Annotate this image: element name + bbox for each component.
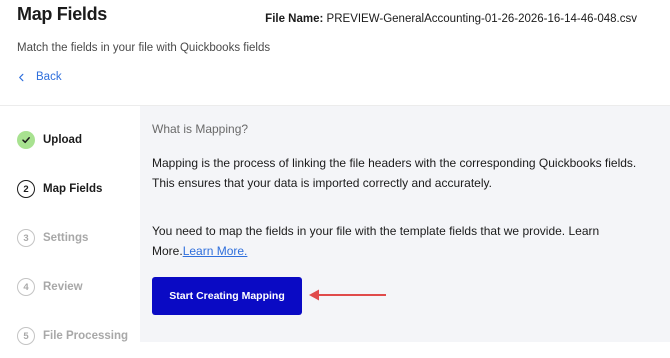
back-label: Back [36,71,62,83]
checkmark-icon [17,131,35,149]
step-map-fields[interactable]: 2 Map Fields [17,180,102,198]
page-title: Map Fields [17,4,108,24]
start-creating-mapping-button[interactable]: Start Creating Mapping [152,277,302,315]
mapping-info-panel: What is Mapping? Mapping is the process … [140,106,670,342]
file-name: File Name: PREVIEW-GeneralAccounting-01-… [265,13,637,25]
mapping-description: Mapping is the process of linking the fi… [152,156,637,190]
learn-more-link[interactable]: Learn More. [183,244,248,258]
step-file-processing[interactable]: 5 File Processing [17,327,128,345]
step-review[interactable]: 4 Review [17,278,83,296]
file-name-label: File Name: [265,13,324,25]
arrow-left-icon [309,289,386,301]
step-number: 4 [17,278,35,296]
mapping-heading: What is Mapping? [152,122,249,136]
step-sidebar: Upload 2 Map Fields 3 Settings 4 Review … [0,106,140,358]
mapping-instructions: You need to map the fields in your file … [152,221,652,261]
back-link[interactable]: Back [17,71,62,83]
step-label: Upload [43,134,82,146]
map-fields-page: Map Fields File Name: PREVIEW-GeneralAcc… [0,0,670,358]
step-label: File Processing [43,330,129,342]
step-label: Review [43,281,83,293]
step-settings[interactable]: 3 Settings [17,229,88,247]
page-subtitle: Match the fields in your file with Quick… [17,42,271,54]
step-number: 5 [17,327,35,345]
step-label: Settings [43,232,89,244]
file-name-value: PREVIEW-GeneralAccounting-01-26-2026-16-… [326,13,637,25]
chevron-left-icon [19,73,24,81]
step-number: 3 [17,229,35,247]
step-upload[interactable]: Upload [17,131,82,149]
step-label: Map Fields [43,183,103,195]
step-number: 2 [17,180,35,198]
